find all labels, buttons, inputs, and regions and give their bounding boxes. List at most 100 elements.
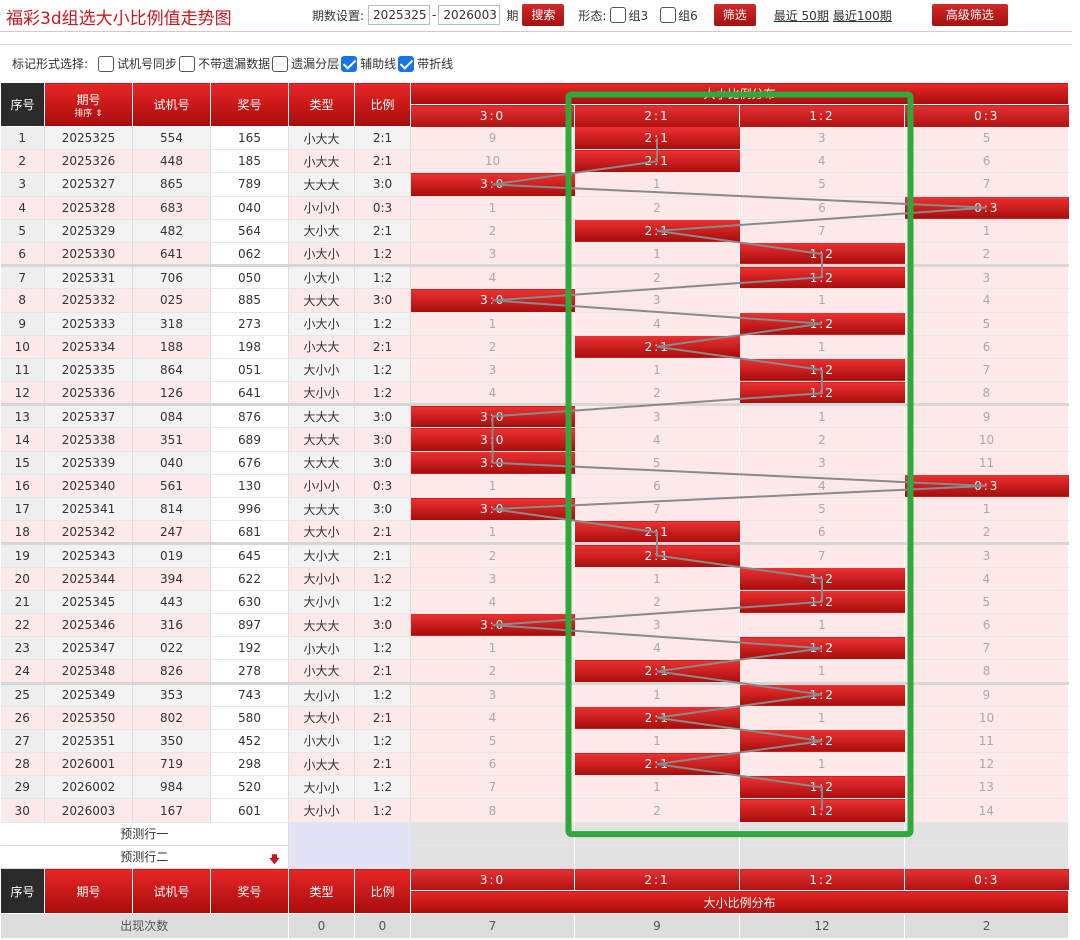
dist-hit-cell: 2:1 xyxy=(574,752,740,777)
dist-miss-cell: 9 xyxy=(904,683,1070,707)
cell-ratio: 3:0 xyxy=(354,497,411,522)
dist-miss-cell: 2 xyxy=(574,590,740,614)
trial-sync-checkbox[interactable] xyxy=(98,55,115,72)
predict-cell[interactable] xyxy=(739,822,905,846)
period-suffix: 期 xyxy=(506,8,519,23)
cell-seq: 28 xyxy=(0,752,45,777)
cell-trial: 351 xyxy=(132,427,211,452)
search-button[interactable]: 搜索 xyxy=(522,4,565,26)
cell-ratio: 0:3 xyxy=(354,196,411,220)
dist-miss-cell: 3 xyxy=(904,543,1070,568)
dist-hit-cell: 1:2 xyxy=(739,265,905,290)
cell-trial: 719 xyxy=(132,752,211,777)
cell-ratio: 3:0 xyxy=(354,172,411,197)
cell-period: 2025351 xyxy=(44,729,133,754)
polyline-checkbox[interactable] xyxy=(398,55,415,72)
advanced-filter-button[interactable]: 高级筛选 xyxy=(931,4,1008,26)
col-header-seq: 序号 xyxy=(0,82,45,127)
period-controls: 期数设置: 2025325 - 2026003 期 搜索 形态: 组3 组6 筛… xyxy=(312,0,1008,30)
footer-header-seq: 序号 xyxy=(0,868,45,914)
predict-cell[interactable] xyxy=(574,822,740,846)
predict-cell[interactable] xyxy=(739,845,905,870)
cell-period: 2025335 xyxy=(44,358,133,383)
dist-miss-cell: 3 xyxy=(904,265,1070,290)
sort-label: 排序 xyxy=(74,108,93,119)
recent-100-link[interactable]: 最近100期 xyxy=(833,7,892,24)
col-header-ratio: 比例 xyxy=(354,82,411,127)
table-row: 8 2025332 025 885 大大大 3:0 3:0 3 1 4 xyxy=(0,288,1070,313)
mark-option-polyline[interactable]: 带折线 xyxy=(398,55,453,72)
cell-type: 大小小 xyxy=(288,381,355,407)
table-row: 2 2025326 448 185 小大大 2:1 10 2:1 4 6 xyxy=(0,149,1070,174)
no-miss-checkbox[interactable] xyxy=(179,55,196,72)
dist-hit-cell: 2:1 xyxy=(574,543,740,568)
dist-cat-header: 2:1 xyxy=(574,104,740,127)
dist-miss-cell: 7 xyxy=(904,172,1070,197)
predict-cell[interactable] xyxy=(410,822,575,846)
cell-seq: 4 xyxy=(0,196,45,220)
cell-seq: 8 xyxy=(0,288,45,313)
cell-trial: 448 xyxy=(132,149,211,174)
cell-trial: 802 xyxy=(132,706,211,730)
table-row: 11 2025335 864 051 大小小 1:2 3 1 1:2 7 xyxy=(0,358,1070,383)
cell-ratio: 2:1 xyxy=(354,219,411,243)
dist-hit-cell: 3:0 xyxy=(410,451,575,475)
dist-miss-cell: 5 xyxy=(739,172,905,197)
predict-input[interactable] xyxy=(288,845,411,870)
filter-button[interactable]: 筛选 xyxy=(713,4,756,26)
start-period-input[interactable]: 2025325 xyxy=(368,5,431,25)
table-row: 23 2025347 022 192 小大小 1:2 1 4 1:2 7 xyxy=(0,636,1070,661)
mark-option-no-miss[interactable]: 不带遗漏数据 xyxy=(179,55,270,72)
footer-header-period: 期号 xyxy=(44,868,133,914)
predict-input[interactable] xyxy=(288,822,411,846)
cell-prize: 050 xyxy=(210,265,289,290)
cell-trial: 353 xyxy=(132,683,211,707)
dist-miss-cell: 3 xyxy=(574,613,740,638)
cell-ratio: 1:2 xyxy=(354,775,411,800)
predict-cell[interactable] xyxy=(410,845,575,870)
cell-period: 2025344 xyxy=(44,567,133,591)
col-header-prize: 奖号 xyxy=(210,82,289,127)
dist-miss-cell: 3 xyxy=(410,358,575,383)
dist-hit-cell: 3:0 xyxy=(410,427,575,452)
cell-trial: 247 xyxy=(132,520,211,546)
cell-period: 2025337 xyxy=(44,404,133,429)
group6-checkbox[interactable] xyxy=(660,7,677,23)
col-header-period[interactable]: 期号 排序 ⇕ xyxy=(44,82,133,127)
table-row: 22 2025346 316 897 大大大 3:0 3:0 3 1 6 xyxy=(0,613,1070,638)
predict-cell[interactable] xyxy=(574,845,740,870)
count-value: 12 xyxy=(739,913,905,938)
dist-miss-cell: 7 xyxy=(739,219,905,243)
miss-layer-checkbox[interactable] xyxy=(272,55,289,72)
cell-seq: 29 xyxy=(0,775,45,800)
cell-trial: 865 xyxy=(132,172,211,197)
cell-type: 小大大 xyxy=(288,335,355,359)
cell-trial: 167 xyxy=(132,798,211,823)
mark-option-aux-line[interactable]: 辅助线 xyxy=(341,55,396,72)
count-value: 0 xyxy=(288,913,355,938)
group3-checkbox[interactable] xyxy=(610,7,627,23)
sort-control[interactable]: 排序 ⇕ xyxy=(46,106,132,119)
predict-row-label: 预测行二 🡇 xyxy=(0,845,289,870)
cell-ratio: 2:1 xyxy=(354,543,411,568)
recent-50-link[interactable]: 最近 50期 xyxy=(774,7,829,24)
cell-type: 大小小 xyxy=(288,775,355,800)
mark-option-trial-sync[interactable]: 试机号同步 xyxy=(98,55,177,72)
cell-type: 小大小 xyxy=(288,312,355,336)
dist-miss-cell: 6 xyxy=(904,335,1070,359)
table-row: 6 2025330 641 062 小大小 1:2 3 1 1:2 2 xyxy=(0,242,1070,268)
arrow-down-icon[interactable]: 🡇 xyxy=(269,851,280,868)
end-period-input[interactable]: 2026003 xyxy=(438,5,501,25)
predict-cell[interactable] xyxy=(904,845,1070,870)
table-row: 26 2025350 802 580 大大小 2:1 4 2:1 1 10 xyxy=(0,706,1070,730)
cell-seq: 30 xyxy=(0,798,45,823)
aux-line-checkbox[interactable] xyxy=(341,55,358,72)
predict-cell[interactable] xyxy=(904,822,1070,846)
cell-trial: 814 xyxy=(132,497,211,522)
dist-miss-cell: 1 xyxy=(410,312,575,336)
cell-prize: 278 xyxy=(210,659,289,685)
dist-hit-cell: 1:2 xyxy=(739,590,905,614)
mark-option-miss-layer[interactable]: 遗漏分层 xyxy=(272,55,339,72)
dist-miss-cell: 1 xyxy=(410,636,575,661)
cell-ratio: 3:0 xyxy=(354,427,411,452)
